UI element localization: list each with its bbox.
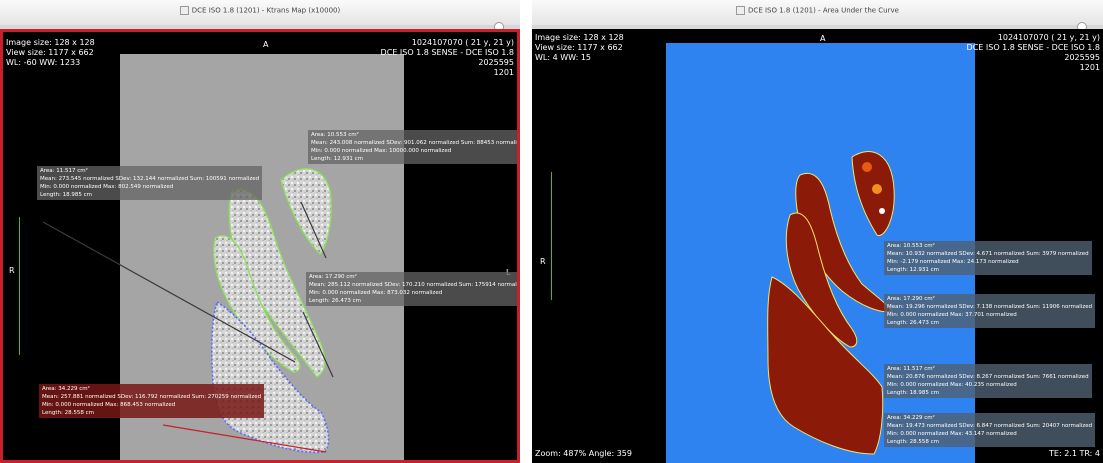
roi-area: Area: 34.229 cm² xyxy=(42,386,90,392)
roi-range: Min: 0.000 normalized Max: 37.701 normal… xyxy=(887,312,1017,318)
ktrans-map-window: DCE ISO 1.8 (1201) - Ktrans Map (x10000) xyxy=(0,0,520,463)
overlay-top-left: Image size: 128 x 128 View size: 1177 x … xyxy=(6,38,95,68)
roi-stats: Mean: 257.881 normalized SDev: 116.792 n… xyxy=(42,394,262,400)
roi-length: Length: 28.558 cm xyxy=(42,410,94,416)
overlay-top-right: 1024107070 ( 21 y, 21 y) DCE ISO 1.8 SEN… xyxy=(967,33,1100,73)
roi-length: Length: 26.473 cm xyxy=(887,320,939,326)
roi-measurement-box[interactable]: Area: 11.517 cm² Mean: 20.876 normalized… xyxy=(884,364,1092,398)
roi-stats: Mean: 285.112 normalized SDev: 170.210 n… xyxy=(309,282,520,288)
roi-range: Min: 0.000 normalized Max: 868.453 norma… xyxy=(42,402,176,408)
image-viewport[interactable]: Image size: 128 x 128 View size: 1177 x … xyxy=(0,29,520,463)
patient-id-label: 1024107070 ( 21 y, 21 y) xyxy=(411,38,514,47)
roi-stats: Mean: 19.473 normalized SDev: 6.847 norm… xyxy=(887,423,1093,429)
roi-area: Area: 10.553 cm² xyxy=(311,132,359,138)
orientation-top: A xyxy=(263,40,269,49)
auc-map-window: DCE ISO 1.8 (1201) - Area Under the Curv… xyxy=(532,0,1103,463)
left-scale-bar xyxy=(551,172,558,300)
series-number-label: 1201 xyxy=(1079,63,1100,72)
image-viewport[interactable]: Image size: 128 x 128 View size: 1177 x … xyxy=(532,29,1103,463)
roi-area: Area: 34.229 cm² xyxy=(887,415,935,421)
roi-stats: Mean: 10.932 normalized SDev: 4.671 norm… xyxy=(887,251,1089,257)
orientation-top: A xyxy=(820,34,826,43)
te-tr-label: TE: 2.1 TR: 4 xyxy=(1049,449,1100,458)
overlay-top-left: Image size: 128 x 128 View size: 1177 x … xyxy=(535,33,624,63)
orientation-left: R xyxy=(9,266,15,275)
roi-area: Area: 11.517 cm² xyxy=(40,168,88,174)
study-date-label: 2025595 xyxy=(1064,53,1100,62)
roi-measurement-box[interactable]: Area: 10.553 cm² Mean: 243.008 normalize… xyxy=(308,130,520,164)
series-number-label: 1201 xyxy=(493,68,514,77)
window-title: DCE ISO 1.8 (1201) - Area Under the Curv… xyxy=(532,6,1103,15)
window-title: DCE ISO 1.8 (1201) - Ktrans Map (x10000) xyxy=(0,6,520,15)
roi-measurement-box[interactable]: Area: 17.290 cm² Mean: 19.296 normalized… xyxy=(884,294,1096,328)
roi-length: Length: 26.473 cm xyxy=(309,298,361,304)
roi-range: Min: 0.000 normalized Max: 873.032 norma… xyxy=(309,290,443,296)
roi-length: Length: 12.931 cm xyxy=(311,156,363,162)
roi-length: Length: 28.558 cm xyxy=(887,439,939,445)
roi-length: Length: 12.931 cm xyxy=(887,267,939,273)
hot-spot xyxy=(862,162,872,172)
roi-stats: Mean: 243.008 normalized SDev: 901.062 n… xyxy=(311,140,520,146)
window-level-label: WL: -60 WW: 1233 xyxy=(6,58,81,67)
roi-length: Length: 18.985 cm xyxy=(887,390,939,396)
hot-spot xyxy=(872,184,882,194)
hot-spot xyxy=(879,208,885,214)
roi-range: Min: 0.000 normalized Max: 802.549 norma… xyxy=(40,184,174,190)
roi-measurement-box[interactable]: Area: 34.229 cm² Mean: 19.473 normalized… xyxy=(884,413,1096,447)
roi-measurement-box[interactable]: Area: 34.229 cm² Mean: 257.881 normalize… xyxy=(39,384,265,418)
document-icon xyxy=(179,6,189,15)
roi-area: Area: 10.553 cm² xyxy=(887,243,935,249)
roi-area: Area: 17.290 cm² xyxy=(887,296,935,302)
left-scale-bar xyxy=(19,217,26,355)
roi-measurement-box[interactable]: Area: 10.553 cm² Mean: 10.932 normalized… xyxy=(884,241,1092,275)
series-label: DCE ISO 1.8 SENSE - DCE ISO 1.8 xyxy=(380,48,514,57)
roi-stats: Mean: 19.296 normalized SDev: 7.138 norm… xyxy=(887,304,1093,310)
roi-stats: Mean: 273.545 normalized SDev: 132.144 n… xyxy=(40,176,260,182)
roi-range: Min: 0.000 normalized Max: 10000.000 nor… xyxy=(311,148,452,154)
window-titlebar[interactable]: DCE ISO 1.8 (1201) - Ktrans Map (x10000) xyxy=(0,0,520,27)
zoom-angle-label: Zoom: 487% Angle: 359 xyxy=(535,449,632,458)
roi-range: Min: 0.000 normalized Max: 40.235 normal… xyxy=(887,382,1017,388)
roi-length: Length: 18.985 cm xyxy=(40,192,92,198)
image-size-label: Image size: 128 x 128 xyxy=(535,33,624,42)
overlay-top-right: 1024107070 ( 21 y, 21 y) DCE ISO 1.8 SEN… xyxy=(381,38,514,78)
roi-stats: Mean: 20.876 normalized SDev: 8.267 norm… xyxy=(887,374,1089,380)
image-size-label: Image size: 128 x 128 xyxy=(6,38,95,47)
patient-id-label: 1024107070 ( 21 y, 21 y) xyxy=(997,33,1100,42)
roi-area: Area: 11.517 cm² xyxy=(887,366,935,372)
view-size-label: View size: 1177 x 662 xyxy=(6,48,94,57)
orientation-left: R xyxy=(540,257,546,266)
study-date-label: 2025595 xyxy=(478,58,514,67)
window-titlebar[interactable]: DCE ISO 1.8 (1201) - Area Under the Curv… xyxy=(532,0,1103,27)
roi-range: Min: -2.179 normalized Max: 24.173 norma… xyxy=(887,259,1019,265)
roi-measurement-box[interactable]: Area: 17.290 cm² Mean: 285.112 normalize… xyxy=(306,272,520,306)
series-label: DCE ISO 1.8 SENSE - DCE ISO 1.8 xyxy=(966,43,1100,52)
roi-measurement-box[interactable]: Area: 11.517 cm² Mean: 273.545 normalize… xyxy=(37,166,263,200)
roi-area: Area: 17.290 cm² xyxy=(309,274,357,280)
document-icon xyxy=(736,6,746,15)
view-size-label: View size: 1177 x 662 xyxy=(535,43,623,52)
window-level-label: WL: 4 WW: 15 xyxy=(535,53,592,62)
roi-range: Min: 0.000 normalized Max: 43.147 normal… xyxy=(887,431,1017,437)
